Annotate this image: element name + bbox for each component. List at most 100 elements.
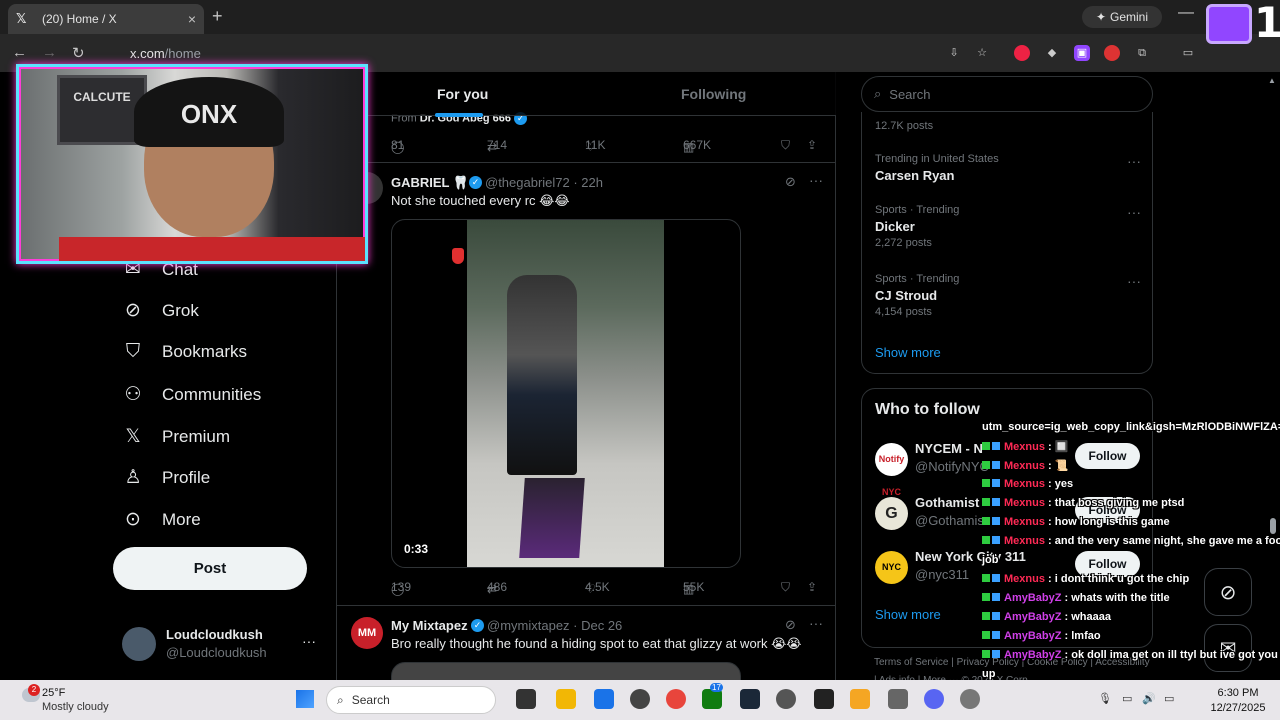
twitch-extension-icon[interactable]: ▣ bbox=[1074, 45, 1090, 61]
trend-item[interactable]: Sports · Trending Dicker 2,272 posts ··· bbox=[875, 204, 1145, 249]
tab-close-icon[interactable]: × bbox=[188, 11, 196, 27]
divider bbox=[337, 162, 836, 163]
more-dots-icon[interactable]: ··· bbox=[1127, 204, 1141, 220]
windows-start-icon[interactable] bbox=[296, 690, 314, 708]
chat-message: AmyBabyZ : whaaaa bbox=[982, 611, 1111, 623]
views-button[interactable]: ▥ 55K bbox=[683, 580, 704, 596]
tweet-author-handle[interactable]: @thegabriel72 · 22h bbox=[485, 175, 603, 190]
microphone-icon[interactable]: 🎙 bbox=[1098, 692, 1112, 705]
tweet-author-name[interactable]: GABRIEL 🦷 bbox=[391, 175, 469, 191]
bookmark-star-icon[interactable]: ☆ bbox=[974, 45, 990, 61]
chat-username: AmyBabyZ bbox=[1004, 592, 1062, 604]
volume-icon[interactable]: 🔊 bbox=[1142, 692, 1156, 705]
nav-item-profile[interactable]: ♙ Profile bbox=[122, 466, 210, 489]
views-button[interactable]: ▥ 667K bbox=[683, 138, 711, 154]
forward-icon[interactable]: → bbox=[42, 44, 57, 61]
trend-item[interactable]: Trending in United States Carsen Ryan ··… bbox=[875, 153, 1145, 183]
avatar: Notify NYC bbox=[875, 443, 908, 497]
chat-username: Mexnus bbox=[1004, 516, 1045, 528]
battery-icon[interactable]: ▭ bbox=[1164, 692, 1174, 705]
search-input[interactable]: ⌕ Search bbox=[861, 76, 1153, 112]
tab-for-you[interactable]: For you bbox=[437, 86, 488, 102]
tweet-author-handle[interactable]: @mymixtapez · Dec 26 bbox=[487, 618, 622, 633]
show-more-link[interactable]: Show more bbox=[875, 607, 941, 622]
tweet-video[interactable]: 0:33 bbox=[391, 219, 741, 568]
nav-item-more[interactable]: ⊙ More bbox=[122, 508, 201, 531]
tweet-media[interactable] bbox=[391, 662, 741, 680]
nav-item-grok[interactable]: ⊘ Grok bbox=[122, 299, 199, 322]
scroll-up-icon[interactable]: ▲ bbox=[1268, 76, 1276, 85]
share-icon[interactable]: ⇪ bbox=[807, 138, 817, 152]
extensions-puzzle-icon[interactable]: ⧉ bbox=[1134, 45, 1150, 61]
more-dots-icon[interactable]: ··· bbox=[1127, 153, 1141, 169]
chat-text: : i dont think u got the chip bbox=[1048, 573, 1190, 585]
trend-item[interactable]: Sports · Trending CJ Stroud 4,154 posts … bbox=[875, 273, 1145, 318]
nav-item-communities[interactable]: ⚇ Communities bbox=[122, 383, 261, 406]
nav-item-label: Premium bbox=[162, 426, 231, 446]
tweet-author-name[interactable]: My Mixtapez bbox=[391, 618, 468, 633]
trends-panel: 12.7K posts Trending in United States Ca… bbox=[861, 112, 1153, 374]
taskbar-search[interactable]: ⌕ Search bbox=[326, 686, 496, 714]
nav-item-premium[interactable]: 𝕏 Premium bbox=[122, 425, 230, 448]
taskbar-clock[interactable]: 6:30 PM 12/27/2025 bbox=[1202, 686, 1274, 716]
url-field[interactable]: x.com/home bbox=[100, 40, 930, 66]
extension-diamond-icon[interactable]: ◆ bbox=[1044, 45, 1060, 61]
repost-button[interactable]: ⇄ 486 bbox=[487, 580, 507, 596]
chat-badges-icon bbox=[982, 611, 1004, 623]
calculator-icon[interactable] bbox=[888, 689, 908, 709]
steam-icon[interactable] bbox=[740, 689, 760, 709]
weather-temp: 25°F bbox=[42, 687, 66, 699]
more-dots-icon[interactable]: ··· bbox=[809, 615, 823, 631]
timeline: From Dr. God Abeg 666 ✓ ◯ 81 ⇄ 714 ♡ 11K… bbox=[336, 72, 836, 680]
epic-games-icon[interactable] bbox=[814, 689, 834, 709]
chat-username: AmyBabyZ bbox=[1004, 611, 1062, 623]
back-icon[interactable]: ← bbox=[12, 44, 27, 61]
discord-icon[interactable] bbox=[924, 689, 944, 709]
more-dots-icon[interactable]: ··· bbox=[302, 633, 316, 649]
reload-icon[interactable]: ↻ bbox=[72, 44, 85, 62]
bookmark-tweet-icon[interactable]: ⛉ bbox=[781, 580, 790, 595]
reply-button[interactable]: ◯ 139 bbox=[391, 580, 411, 596]
like-button[interactable]: ♡ 4.5K bbox=[585, 580, 610, 596]
grok-icon[interactable]: ⊘ bbox=[785, 617, 796, 633]
gemini-button[interactable]: ✦ Gemini bbox=[1082, 6, 1162, 28]
weather-widget[interactable]: 2 25°F Mostly cloudy bbox=[22, 684, 142, 716]
grok-icon[interactable]: ⊘ bbox=[785, 174, 796, 190]
extension-color-icon[interactable] bbox=[1014, 45, 1030, 61]
install-app-icon[interactable]: ⇩ bbox=[946, 45, 962, 61]
store-icon[interactable] bbox=[594, 689, 614, 709]
share-icon[interactable]: ⇪ bbox=[807, 580, 817, 594]
chat-username: Mexnus bbox=[1004, 573, 1045, 585]
app-icon[interactable] bbox=[776, 689, 796, 709]
avatar[interactable]: MM bbox=[351, 617, 383, 649]
network-icon[interactable]: ▭ bbox=[1122, 692, 1132, 705]
more-dots-icon[interactable]: ··· bbox=[809, 172, 823, 188]
account-switcher[interactable]: Loudcloudkush @Loudcloudkush ··· bbox=[122, 625, 332, 665]
settings-gear-icon[interactable] bbox=[960, 689, 980, 709]
tweet-text: Bro really thought he found a hiding spo… bbox=[391, 636, 802, 651]
show-more-link[interactable]: Show more bbox=[875, 345, 941, 360]
like-button[interactable]: ♡ 11K bbox=[585, 138, 605, 154]
chrome-icon[interactable] bbox=[666, 689, 686, 709]
browser-tab[interactable]: 𝕏 (20) Home / X × bbox=[8, 4, 204, 34]
task-view-icon[interactable] bbox=[516, 689, 536, 709]
minimize-button[interactable]: — bbox=[1178, 4, 1194, 22]
post-button[interactable]: Post bbox=[113, 547, 307, 590]
nav-item-bookmarks[interactable]: ⛉ Bookmarks bbox=[122, 341, 247, 363]
tab-following[interactable]: Following bbox=[681, 86, 746, 102]
sidebar-toggle-icon[interactable]: ▭ bbox=[1180, 45, 1196, 61]
repost-button[interactable]: ⇄ 714 bbox=[487, 138, 507, 154]
chat-message: Mexnus : 📜 bbox=[982, 459, 1068, 472]
views-icon: ▥ bbox=[683, 140, 695, 154]
new-tab-button[interactable]: + bbox=[212, 6, 223, 27]
file-explorer-icon[interactable] bbox=[556, 689, 576, 709]
extension-red-icon[interactable] bbox=[1104, 45, 1120, 61]
more-dots-icon[interactable]: ··· bbox=[1127, 273, 1141, 289]
obs-icon[interactable] bbox=[630, 689, 650, 709]
bookmark-tweet-icon[interactable]: ⛉ bbox=[781, 138, 790, 153]
chat-message: Mexnus : how long is this game bbox=[982, 516, 1170, 528]
reply-button[interactable]: ◯ 81 bbox=[391, 138, 404, 154]
repost-icon: ⇄ bbox=[487, 140, 498, 154]
rockstar-icon[interactable] bbox=[850, 689, 870, 709]
xbox-icon[interactable]: 17 bbox=[702, 683, 723, 709]
